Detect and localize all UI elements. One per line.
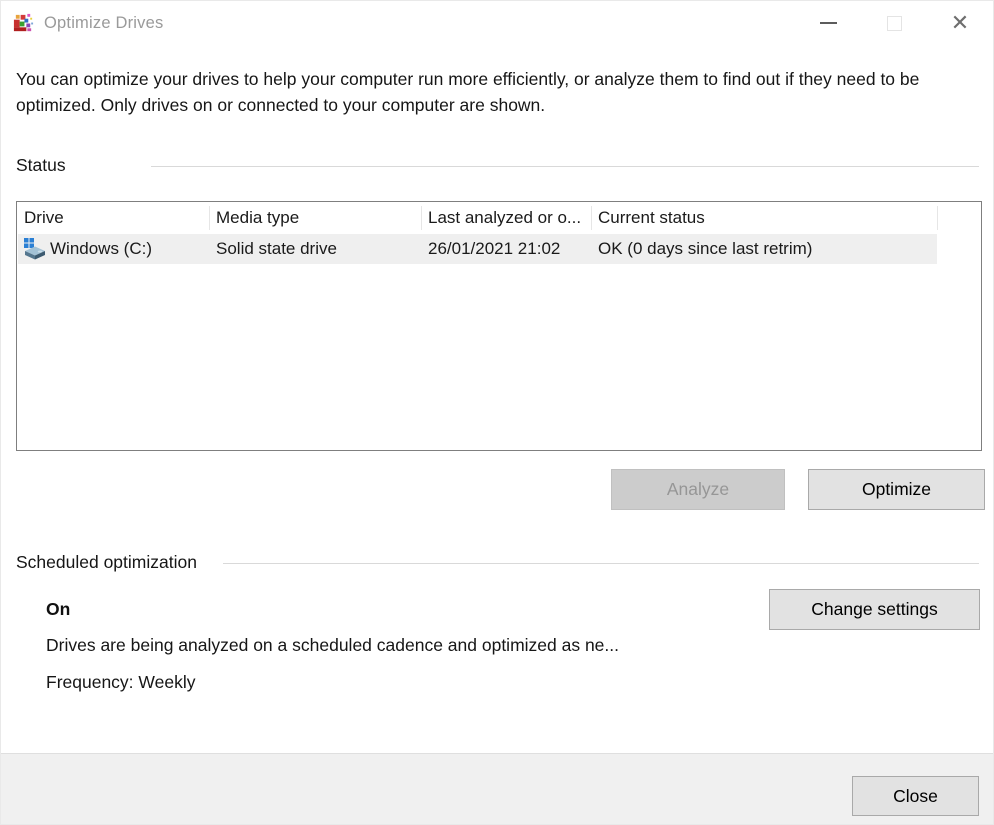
schedule-frequency: Frequency: Weekly <box>46 672 195 693</box>
schedule-state: On <box>46 599 70 620</box>
drive-list-header: Drive Media type Last analyzed or o... C… <box>17 202 981 234</box>
column-separator <box>937 206 938 230</box>
maximize-icon <box>887 16 902 31</box>
footer-bar <box>1 753 993 824</box>
window-controls: ✕ <box>795 1 993 45</box>
drive-list: Drive Media type Last analyzed or o... C… <box>16 201 982 451</box>
optimize-drives-window: Optimize Drives ✕ You can optimize your … <box>0 0 994 825</box>
column-header-last-analyzed[interactable]: Last analyzed or o... <box>428 202 586 234</box>
column-header-drive[interactable]: Drive <box>24 202 207 234</box>
close-button[interactable]: Close <box>852 776 979 816</box>
analyze-button[interactable]: Analyze <box>611 469 785 510</box>
dialog-description: You can optimize your drives to help you… <box>16 67 926 118</box>
cell-drive: Windows (C:) <box>50 234 152 264</box>
status-section-divider <box>151 166 979 167</box>
cell-media-type: Solid state drive <box>216 234 337 264</box>
defrag-app-icon <box>12 12 35 35</box>
titlebar: Optimize Drives ✕ <box>1 1 993 45</box>
column-header-media-type[interactable]: Media type <box>216 202 419 234</box>
schedule-section-heading: Scheduled optimization <box>16 552 197 573</box>
column-separator <box>209 206 210 230</box>
schedule-description: Drives are being analyzed on a scheduled… <box>46 635 619 656</box>
minimize-button[interactable] <box>795 1 861 45</box>
schedule-section-divider <box>223 563 979 564</box>
cell-last-analyzed: 26/01/2021 21:02 <box>428 234 560 264</box>
close-icon: ✕ <box>951 12 969 34</box>
system-drive-icon <box>23 237 47 261</box>
optimize-button[interactable]: Optimize <box>808 469 985 510</box>
change-settings-button[interactable]: Change settings <box>769 589 980 630</box>
column-separator <box>421 206 422 230</box>
column-separator <box>591 206 592 230</box>
window-title: Optimize Drives <box>44 14 163 33</box>
minimize-icon <box>820 22 837 24</box>
maximize-button[interactable] <box>861 1 927 45</box>
drive-row-windows-c[interactable]: Windows (C:) Solid state drive 26/01/202… <box>18 234 937 264</box>
cell-current-status: OK (0 days since last retrim) <box>598 234 812 264</box>
close-window-button[interactable]: ✕ <box>927 1 993 45</box>
status-section-heading: Status <box>16 155 66 176</box>
column-header-current-status[interactable]: Current status <box>598 202 933 234</box>
